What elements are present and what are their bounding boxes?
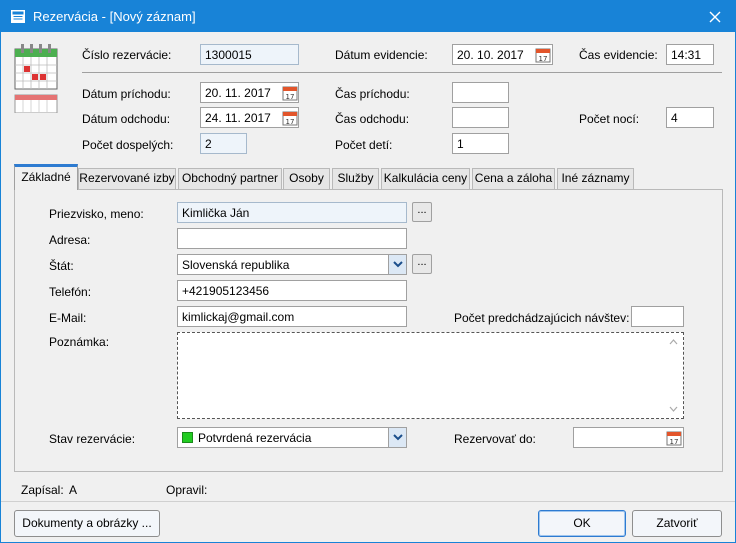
header-divider xyxy=(82,72,722,73)
calendar-icon: 17 xyxy=(282,86,297,101)
record-date-calendar-button[interactable]: 17 xyxy=(533,45,552,64)
address-label: Adresa: xyxy=(49,233,91,247)
calendar-icon: 17 xyxy=(282,111,297,126)
tab-basic[interactable]: Základné xyxy=(14,164,78,190)
tab-reserved-rooms[interactable]: Rezervované izby xyxy=(78,168,176,189)
app-icon xyxy=(11,10,25,23)
svg-text:17: 17 xyxy=(669,438,678,446)
title-bar: Rezervácia - [Nový záznam] xyxy=(1,1,735,32)
children-label: Počet detí: xyxy=(335,138,393,152)
record-time-field[interactable]: 14:31 xyxy=(666,44,714,65)
status-value: Potvrdená rezervácia xyxy=(198,431,312,445)
written-by-label: Zapísal: xyxy=(21,483,64,497)
country-dropdown-button[interactable] xyxy=(388,255,406,274)
arrival-date-value: 20. 11. 2017 xyxy=(205,86,271,100)
country-select[interactable]: Slovenská republika xyxy=(177,254,407,275)
status-select[interactable]: Potvrdená rezervácia xyxy=(177,427,407,448)
status-color-indicator xyxy=(182,432,193,443)
note-textarea[interactable] xyxy=(177,332,684,419)
calendar-icon: 17 xyxy=(535,48,550,63)
address-field[interactable] xyxy=(177,228,407,249)
tab-business-partner[interactable]: Obchodný partner xyxy=(178,168,282,189)
close-button[interactable]: Zatvoriť xyxy=(632,510,722,537)
country-lookup-button[interactable]: ... xyxy=(412,254,432,274)
svg-text:17: 17 xyxy=(285,118,294,126)
departure-date-label: Dátum odchodu: xyxy=(82,112,171,126)
documents-button[interactable]: Dokumenty a obrázky ... xyxy=(14,510,160,537)
reserve-until-calendar-button[interactable]: 17 xyxy=(664,428,683,447)
window-title: Rezervácia - [Nový záznam] xyxy=(33,9,196,24)
tab-other-records[interactable]: Iné záznamy xyxy=(557,168,634,189)
footer-divider xyxy=(1,501,735,502)
phone-label: Telefón: xyxy=(49,285,92,299)
close-icon xyxy=(709,11,721,22)
tab-price-deposit[interactable]: Cena a záloha xyxy=(472,168,555,189)
reservation-number-field[interactable]: 1300015 xyxy=(200,44,299,65)
record-date-value: 20. 10. 2017 xyxy=(457,48,524,62)
svg-text:17: 17 xyxy=(285,93,294,101)
reservation-window: Rezervácia - [Nový záznam] Číslo rezervá… xyxy=(0,0,736,543)
tab-services[interactable]: Služby xyxy=(332,168,379,189)
calendar-icon: 17 xyxy=(666,431,681,446)
edited-by-label: Opravil: xyxy=(166,483,208,497)
arrival-date-calendar-button[interactable]: 17 xyxy=(280,83,299,102)
ok-button[interactable]: OK xyxy=(538,510,626,537)
phone-field[interactable]: +421905123456 xyxy=(177,280,407,301)
nights-label: Počet nocí: xyxy=(579,112,640,126)
country-value: Slovenská republika xyxy=(182,258,290,272)
name-field[interactable]: Kimlička Ján xyxy=(177,202,407,223)
children-field[interactable]: 1 xyxy=(452,133,509,154)
departure-time-label: Čas odchodu: xyxy=(335,112,410,126)
status-label: Stav rezervácie: xyxy=(49,432,136,446)
close-window-button[interactable] xyxy=(695,1,735,32)
arrival-date-label: Dátum príchodu: xyxy=(82,87,171,101)
email-label: E-Mail: xyxy=(49,311,87,325)
record-date-label: Dátum evidencie: xyxy=(335,48,428,62)
adults-label: Počet dospelých: xyxy=(82,138,174,152)
chevron-down-icon xyxy=(392,434,403,441)
status-dropdown-button[interactable] xyxy=(388,428,406,447)
nights-field[interactable]: 4 xyxy=(666,107,714,128)
scroll-down-icon[interactable] xyxy=(669,406,678,412)
written-by-value: A xyxy=(69,483,78,497)
reserve-until-label: Rezervovať do: xyxy=(454,432,536,446)
note-label: Poznámka: xyxy=(49,335,110,349)
previous-visits-label: Počet predchádzajúcich návštev: xyxy=(454,311,630,325)
reservation-number-label: Číslo rezervácie: xyxy=(82,48,172,62)
previous-visits-field[interactable] xyxy=(631,306,684,327)
name-lookup-button[interactable]: ... xyxy=(412,202,432,222)
departure-date-value: 24. 11. 2017 xyxy=(205,111,271,125)
record-time-label: Čas evidencie: xyxy=(579,48,658,62)
svg-text:17: 17 xyxy=(538,55,547,63)
arrival-time-label: Čas príchodu: xyxy=(335,87,410,101)
tab-price-calculation[interactable]: Kalkulácia ceny xyxy=(381,168,470,189)
scroll-up-icon[interactable] xyxy=(669,339,678,345)
departure-date-calendar-button[interactable]: 17 xyxy=(280,108,299,127)
chevron-down-icon xyxy=(392,261,403,268)
country-label: Štát: xyxy=(49,259,74,273)
adults-field[interactable]: 2 xyxy=(200,133,247,154)
tab-persons[interactable]: Osoby xyxy=(283,168,330,189)
arrival-time-field[interactable] xyxy=(452,82,509,103)
departure-time-field[interactable] xyxy=(452,107,509,128)
email-field[interactable]: kimlickaj@gmail.com xyxy=(177,306,407,327)
name-label: Priezvisko, meno: xyxy=(49,207,144,221)
calendar-illustration-icon xyxy=(14,44,58,113)
